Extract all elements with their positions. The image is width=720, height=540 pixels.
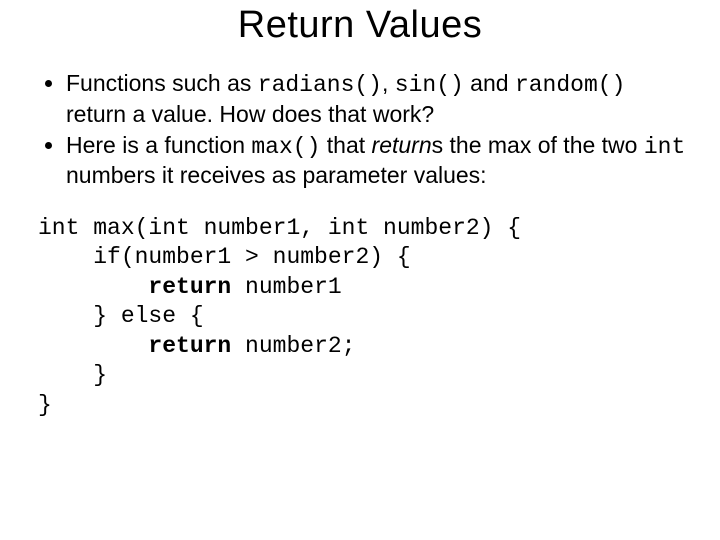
text: s the max of the two [432, 132, 644, 158]
code-block: int max(int number1, int number2) { if(n… [38, 214, 690, 420]
code-line-3-indent [38, 274, 148, 300]
code-inline-sin: sin() [395, 72, 464, 98]
code-line-5-indent [38, 333, 148, 359]
text: , [382, 70, 395, 96]
slide: Return Values Functions such as radians(… [0, 0, 720, 540]
code-line-2: if(number1 > number2) { [38, 244, 411, 270]
code-inline-max: max() [251, 134, 320, 160]
code-keyword-return-2: return [148, 333, 231, 359]
code-line-1: int max(int number1, int number2) { [38, 215, 521, 241]
italic-return: return [372, 132, 432, 158]
code-line-7: } [38, 392, 52, 418]
code-keyword-return-1: return [148, 274, 231, 300]
text: Here is a function [66, 132, 251, 158]
code-line-5-rest: number2; [231, 333, 355, 359]
text: numbers it receives as parameter values: [66, 162, 487, 188]
code-inline-int: int [644, 134, 685, 160]
text: Functions such as [66, 70, 258, 96]
bullet-list: Functions such as radians(), sin() and r… [38, 69, 690, 190]
code-line-3-rest: number1 [231, 274, 341, 300]
text: that [320, 132, 371, 158]
bullet-item-2: Here is a function max() that returns th… [66, 131, 690, 191]
code-line-6: } [38, 362, 107, 388]
text: return a value. How does that work? [66, 101, 434, 127]
slide-title: Return Values [30, 4, 690, 47]
bullet-item-1: Functions such as radians(), sin() and r… [66, 69, 690, 129]
code-inline-random: random() [515, 72, 625, 98]
code-line-4: } else { [38, 303, 204, 329]
text: and [464, 70, 515, 96]
code-inline-radians: radians() [258, 72, 382, 98]
